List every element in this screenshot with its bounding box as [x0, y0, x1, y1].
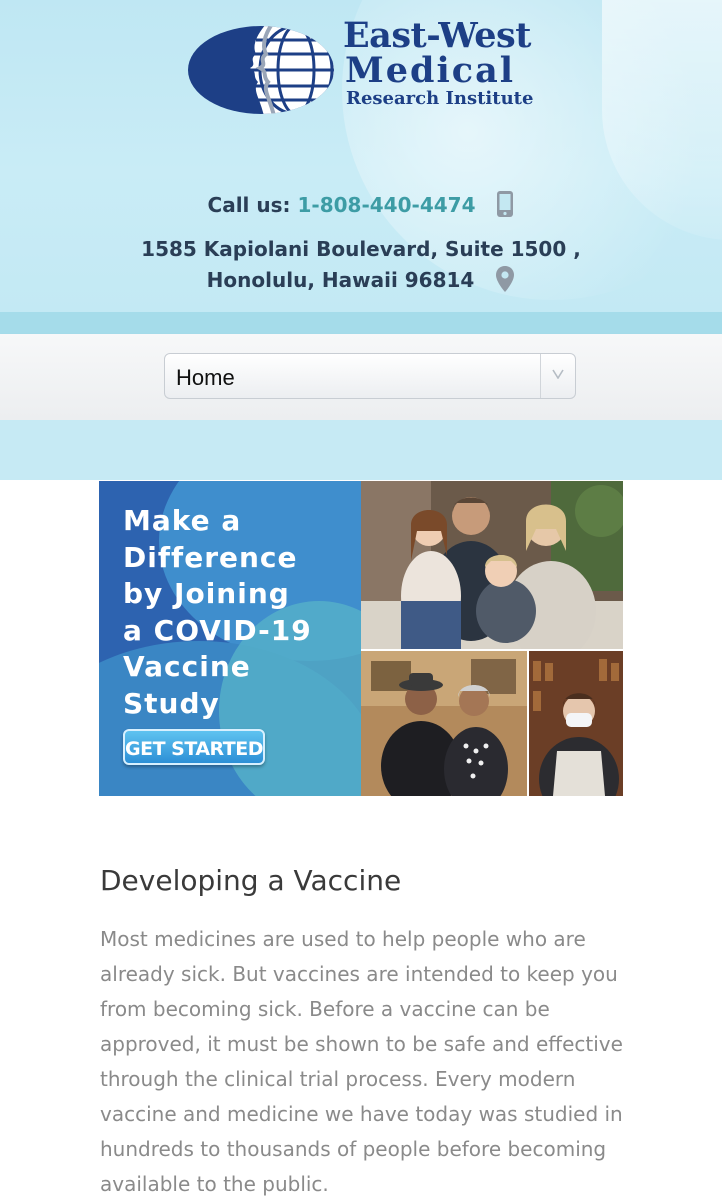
worker-photo [529, 651, 623, 796]
address-line-1: 1585 Kapiolani Boulevard, Suite 1500 , [141, 237, 581, 261]
site-header: East-West Medical Research Institute Cal… [0, 0, 722, 312]
globe-profile-logo-icon [188, 26, 334, 114]
header-divider-band [0, 312, 722, 334]
site-logo[interactable]: East-West Medical Research Institute [186, 18, 536, 118]
logo-wordmark: East-West Medical Research Institute [343, 18, 533, 110]
logo-line-1: East-West [343, 15, 531, 56]
couple-photo [361, 651, 527, 796]
banner-headline: Make a Difference by Joining a COVID-19 … [123, 504, 312, 720]
phone-link[interactable]: 1-808-440-4474 [298, 193, 476, 217]
nav-page-select[interactable]: Home [164, 353, 576, 399]
nav-selected-value: Home [176, 365, 235, 390]
phone-icon [496, 190, 514, 223]
family-photo [361, 481, 623, 649]
chevron-down-icon [552, 369, 564, 379]
logo-line-2: Medical [345, 50, 516, 91]
navigation-bar: Home [0, 334, 722, 420]
nav-select-button[interactable] [540, 354, 575, 398]
get-started-button[interactable]: GET STARTED [123, 729, 265, 765]
call-label: Call us: [207, 193, 291, 217]
contact-phone-row: Call us: 1-808-440-4474 [0, 190, 722, 223]
address-line-2: Honolulu, Hawaii 96814 [206, 268, 475, 292]
nav-lower-band [0, 420, 722, 480]
article-title: Developing a Vaccine [100, 864, 402, 897]
article-body: Most medicines are used to help people w… [100, 927, 623, 1196]
banner-text-panel: Make a Difference by Joining a COVID-19 … [99, 481, 361, 796]
address-row-2: Honolulu, Hawaii 96814 [0, 265, 722, 298]
map-pin-icon[interactable] [495, 265, 515, 298]
logo-line-3: Research Institute [346, 88, 534, 109]
covid-study-banner[interactable]: Make a Difference by Joining a COVID-19 … [99, 481, 623, 796]
